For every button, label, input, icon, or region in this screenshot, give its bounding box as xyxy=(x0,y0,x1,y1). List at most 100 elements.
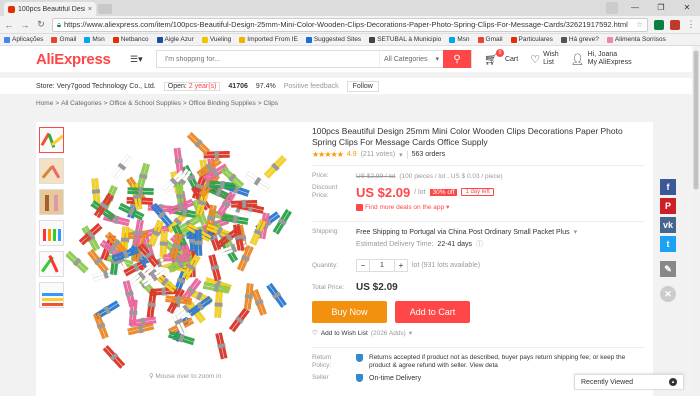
main-product-image[interactable]: ⚲ Mouse over to zoom in xyxy=(64,124,304,380)
extension-icon[interactable] xyxy=(654,19,664,30)
bookmark-icon xyxy=(477,36,484,43)
store-feedback-label[interactable]: Positive feedback xyxy=(284,83,339,90)
follow-button[interactable]: Follow xyxy=(346,80,379,92)
search-input[interactable] xyxy=(157,55,379,63)
breadcrumb-item[interactable]: Office & School Supplies xyxy=(109,100,180,107)
bookmark-item[interactable]: Imported From IE xyxy=(239,36,298,43)
seller-label: Seller xyxy=(312,374,329,381)
breadcrumb-item[interactable]: Office Binding Supplies xyxy=(189,100,256,107)
aliexpress-favicon-icon xyxy=(8,5,15,13)
bookmark-item[interactable]: Particulares xyxy=(510,36,553,43)
maximize-button[interactable]: ❐ xyxy=(648,0,674,16)
bookmark-item[interactable]: Aigle Azur xyxy=(156,36,194,43)
url-field[interactable]: 🔒︎ https://www.aliexpress.com/item/100pc… xyxy=(52,17,648,32)
quantity-decrease-button[interactable]: − xyxy=(357,261,369,270)
lock-icon: 🔒︎ xyxy=(57,19,61,29)
delivery-days: 22-41 days xyxy=(437,240,473,248)
bookmark-item[interactable]: Gmail xyxy=(51,36,76,43)
price-box: Price: US $2.99 / lot (100 pieces / lot … xyxy=(312,165,645,211)
product-thumbnail[interactable] xyxy=(39,158,64,184)
bookmark-icon xyxy=(84,36,91,43)
chevron-down-icon[interactable]: ▾ xyxy=(574,228,578,236)
discount-price-label: Discount Price: xyxy=(312,184,352,200)
store-score[interactable]: 41706 xyxy=(228,83,247,90)
add-to-wish-list-link[interactable]: ♡ Add to Wish List (2026 Adds) ▾ xyxy=(312,329,645,338)
menu-icon[interactable]: ⋮ xyxy=(686,19,696,30)
twitter-icon[interactable]: t xyxy=(660,236,676,252)
buy-now-button[interactable]: Buy Now xyxy=(312,301,387,323)
new-tab-button[interactable] xyxy=(98,4,112,14)
bookmark-star-icon[interactable]: ☆ xyxy=(636,20,643,29)
cart-icon: 🛒︎ 0 xyxy=(484,48,504,66)
quantity-stepper: − 1 + xyxy=(356,259,408,272)
profile-icon[interactable] xyxy=(606,2,618,14)
bookmark-item[interactable]: Suggested Sites xyxy=(305,36,362,43)
bookmark-item[interactable]: Gmail xyxy=(477,36,503,43)
close-window-button[interactable]: ✕ xyxy=(674,0,700,16)
zoom-hint: ⚲ Mouse over to zoom in xyxy=(66,372,304,380)
categories-menu-icon[interactable]: ☰▾ xyxy=(130,53,150,65)
wish-list-link[interactable]: ♡ Wish List xyxy=(530,51,558,67)
browser-tab-bar: 100pcs Beautiful Design × — ❐ ✕ xyxy=(0,0,700,16)
account-link[interactable]: 👤︎ Hi, Joana My AliExpress xyxy=(571,51,632,67)
extension-icon[interactable] xyxy=(670,19,680,30)
quantity-input[interactable]: 1 xyxy=(369,260,395,271)
vk-icon[interactable]: vk xyxy=(660,217,676,233)
search-button[interactable]: ⚲ xyxy=(443,50,471,68)
recently-viewed-bar[interactable]: Recently Viewed ▴ xyxy=(574,374,684,390)
bookmark-item[interactable]: Aplicações xyxy=(4,36,43,43)
zoom-hint-text: Mouse over to zoom in xyxy=(155,373,222,380)
store-open-years: 2 year(s) xyxy=(188,82,217,90)
product-thumbnail[interactable] xyxy=(39,220,64,246)
bookmark-item[interactable]: Msn xyxy=(449,36,470,43)
chevron-down-icon[interactable]: ▾ xyxy=(399,151,403,159)
bookmark-item[interactable]: Netbanco xyxy=(112,36,149,43)
price-label: Price: xyxy=(312,172,329,179)
breadcrumb-item[interactable]: Home xyxy=(36,100,53,107)
aliexpress-logo[interactable]: AliExpress xyxy=(36,51,124,68)
store-name-link[interactable]: Very7good Technology Co., Ltd. xyxy=(57,83,156,90)
star-rating-icon[interactable]: ★★★★★ xyxy=(312,150,344,159)
bookmark-item[interactable]: SETUBAL à Municipio xyxy=(369,36,441,43)
breadcrumb-item[interactable]: All Categories xyxy=(61,100,101,107)
forward-icon[interactable]: → xyxy=(20,20,30,30)
minimize-button[interactable]: — xyxy=(622,0,648,16)
bookmark-item[interactable]: Vueling xyxy=(201,36,231,43)
close-icon[interactable]: ✕ xyxy=(660,286,676,302)
bookmark-item[interactable]: Msn xyxy=(84,36,105,43)
cart-count-badge: 0 xyxy=(495,48,504,57)
facebook-icon[interactable]: f xyxy=(660,179,676,195)
pinterest-icon[interactable]: P xyxy=(660,198,676,214)
scrollbar-thumb[interactable] xyxy=(693,50,699,190)
chevron-up-icon[interactable]: ▴ xyxy=(669,378,677,386)
bookmark-label: Suggested Sites xyxy=(313,36,362,43)
bookmark-label: Aplicações xyxy=(12,36,44,43)
quantity-increase-button[interactable]: + xyxy=(395,261,407,270)
bookmark-item[interactable]: Há greve? xyxy=(560,36,599,43)
product-thumbnail[interactable] xyxy=(39,282,64,308)
votes-link[interactable]: (211 votes) xyxy=(361,151,396,158)
reload-icon[interactable]: ↻ xyxy=(36,19,46,30)
app-deals-link[interactable]: Find more deals on the app ▾ xyxy=(356,203,449,211)
back-icon[interactable]: ← xyxy=(4,20,14,30)
browser-tab[interactable]: 100pcs Beautiful Design × xyxy=(4,2,96,16)
cart-link[interactable]: 🛒︎ 0 Cart xyxy=(484,48,518,66)
bookmark-item[interactable]: Alimenta Sorrisos xyxy=(606,36,666,43)
product-thumbnail[interactable] xyxy=(39,251,64,277)
page-scrollbar[interactable] xyxy=(692,46,700,393)
bookmark-label: SETUBAL à Municipio xyxy=(377,36,442,43)
info-icon[interactable]: ⓘ xyxy=(476,239,483,249)
bookmark-icon xyxy=(239,36,246,43)
breadcrumb-item[interactable]: Clips xyxy=(264,100,278,107)
tab-close-icon[interactable]: × xyxy=(88,6,92,13)
pencil-icon[interactable]: ✎ xyxy=(660,261,676,277)
product-thumbnail[interactable] xyxy=(39,189,64,215)
add-to-cart-button[interactable]: Add to Cart xyxy=(395,301,470,323)
shield-icon xyxy=(356,374,363,382)
shipping-method[interactable]: Free Shipping to Portugal via China Post… xyxy=(356,229,570,236)
rating-value: 4.9 xyxy=(346,151,357,158)
bookmark-label: Gmail xyxy=(485,36,503,43)
search-category-select[interactable]: All Categories ▾ xyxy=(379,51,443,67)
original-price-detail: (100 pieces / lot , US $ 0.03 / piece) xyxy=(399,172,503,180)
product-thumbnail[interactable] xyxy=(39,127,64,153)
